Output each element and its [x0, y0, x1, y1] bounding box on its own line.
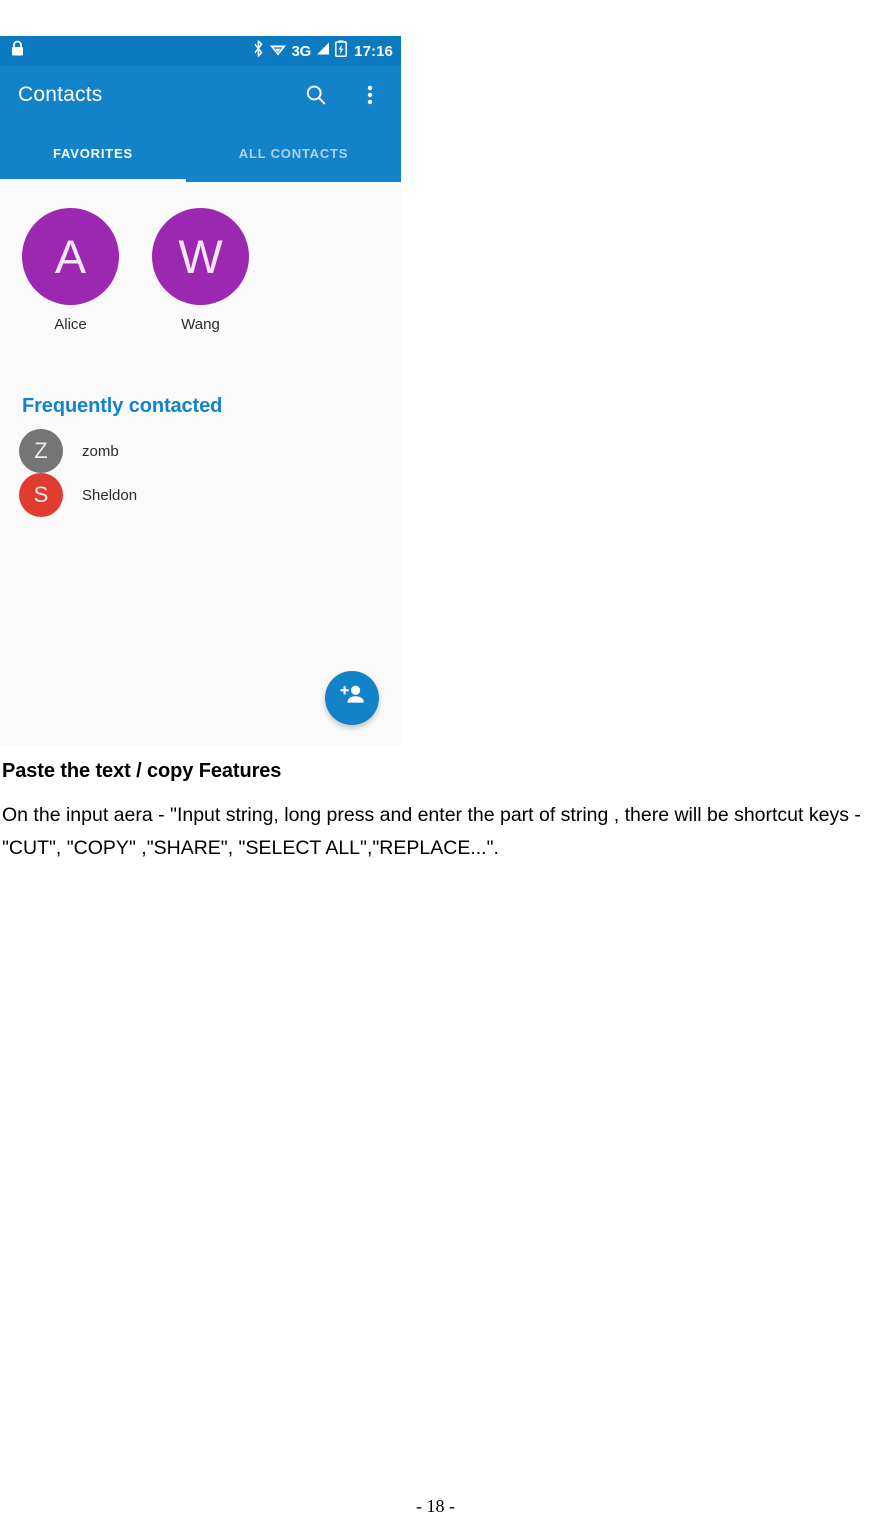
frequently-contacted-header: Frequently contacted: [22, 395, 223, 417]
avatar: S: [19, 473, 63, 517]
favorites-row: A Alice W Wang: [0, 208, 401, 333]
contact-name: zomb: [82, 442, 119, 460]
avatar: W: [152, 208, 249, 305]
avatar: Z: [19, 429, 63, 473]
section-heading: Paste the text / copy Features: [2, 760, 282, 782]
app-bar: Contacts: [0, 66, 401, 124]
tab-bar: FAVORITES ALL CONTACTS: [0, 124, 401, 182]
battery-charging-icon: [335, 40, 348, 62]
section-paragraph: On the input aera - "Input string, long …: [2, 804, 861, 859]
add-person-icon: [339, 683, 366, 713]
status-bar-left: [10, 40, 25, 62]
search-icon[interactable]: [303, 82, 329, 108]
overflow-menu-icon[interactable]: [357, 82, 383, 108]
lock-icon: [10, 40, 25, 62]
favorite-contact-name: Wang: [181, 316, 220, 333]
status-bar-clock: 17:16: [354, 42, 393, 60]
tab-all-contacts-label: ALL CONTACTS: [238, 145, 349, 161]
phone-screenshot: 3G 17:16 Contacts FAVORITES ALL CONTACTS…: [0, 36, 401, 747]
favorite-contact-alice[interactable]: A Alice: [22, 208, 119, 333]
bluetooth-icon: [253, 40, 264, 62]
contact-name: Sheldon: [82, 486, 138, 504]
add-contact-fab[interactable]: [325, 671, 379, 725]
favorite-contact-name: Alice: [54, 316, 87, 333]
network-type-label: 3G: [291, 42, 312, 60]
page-title: Contacts: [18, 83, 103, 106]
status-bar-right: 3G 17:16: [253, 40, 394, 62]
tab-active-indicator: [0, 179, 186, 182]
page-number: - 18 -: [416, 1496, 455, 1516]
avatar: A: [22, 208, 119, 305]
tab-favorites-label: FAVORITES: [53, 145, 133, 161]
list-item[interactable]: Z zomb: [0, 429, 401, 473]
signal-bars-icon: [316, 41, 330, 61]
list-item[interactable]: S Sheldon: [0, 473, 401, 517]
favorites-grid: A Alice W Wang: [0, 182, 401, 333]
favorite-contact-wang[interactable]: W Wang: [152, 208, 249, 333]
document-body: Paste the text / copy Features On the in…: [2, 760, 868, 865]
wifi-icon: [269, 41, 287, 62]
tab-all-contacts[interactable]: ALL CONTACTS: [186, 124, 401, 182]
frequently-contacted-list: Z zomb S Sheldon: [0, 429, 401, 517]
tab-favorites[interactable]: FAVORITES: [0, 124, 186, 182]
status-bar: 3G 17:16: [0, 36, 401, 66]
app-bar-actions: [303, 82, 383, 108]
